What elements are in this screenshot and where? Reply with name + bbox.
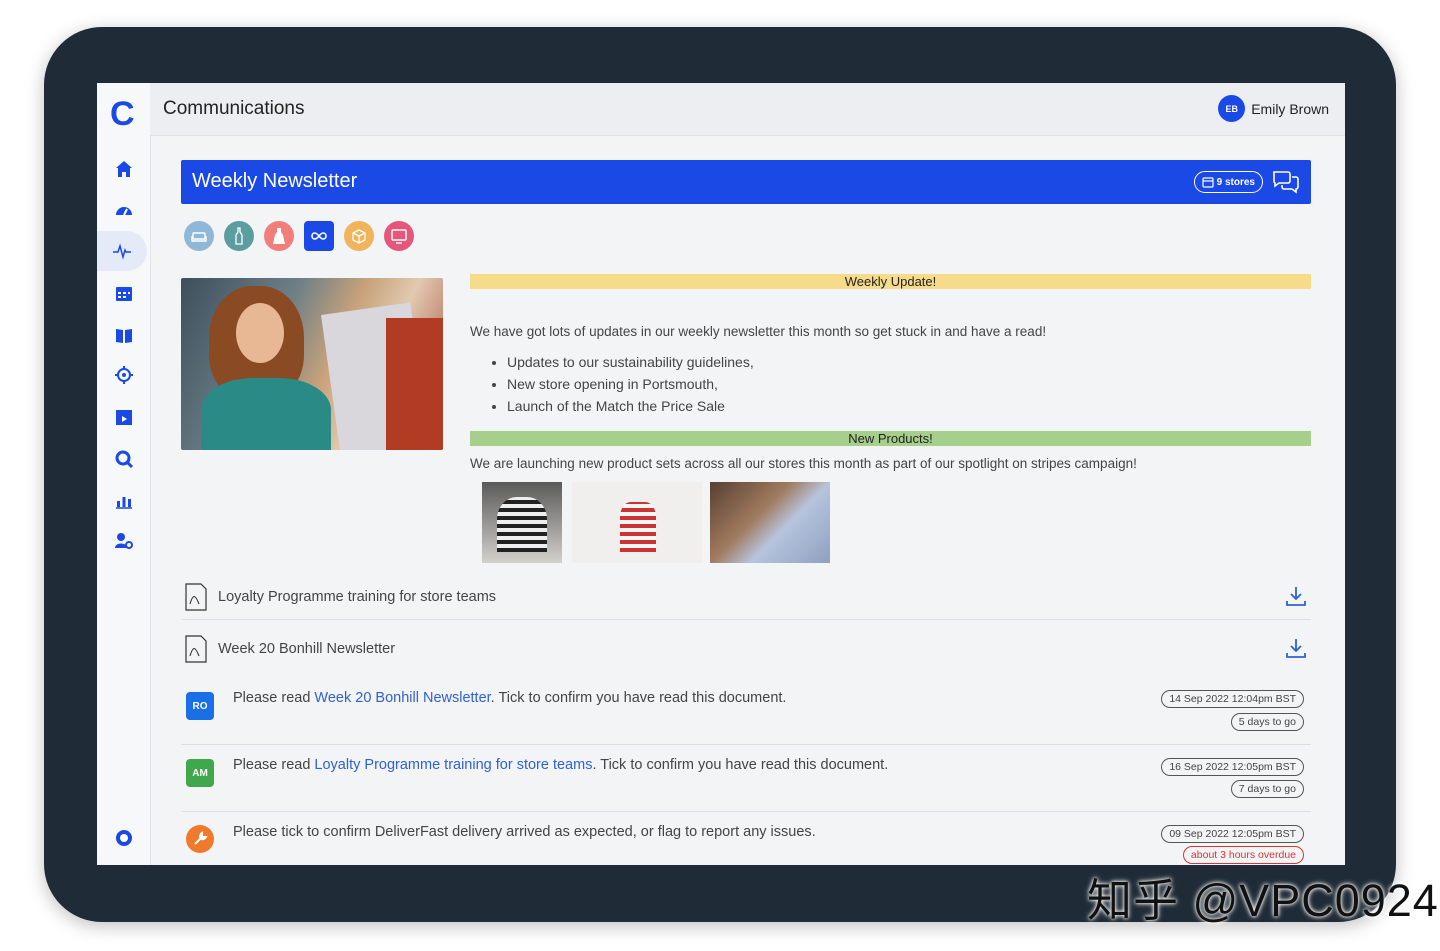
home-icon[interactable] (97, 149, 150, 189)
watermark: 知乎 @VPC0924 (1087, 875, 1439, 926)
user-menu[interactable]: EB Emily Brown (1218, 95, 1329, 122)
document-title[interactable]: Week 20 Bonhill Newsletter (218, 641, 395, 657)
new-products-heading: New Products! (470, 431, 1311, 446)
user-settings-icon[interactable] (97, 521, 150, 561)
wrench-icon (186, 825, 214, 853)
task-text: Please tick to confirm DeliverFast deliv… (233, 824, 816, 840)
avatar[interactable]: EB (1218, 95, 1246, 122)
newsletter-intro: We have got lots of updates in our weekl… (470, 324, 1047, 339)
newsletter-title: Weekly Newsletter (192, 170, 358, 192)
newsletter-hero-image (181, 278, 443, 450)
infinity-icon[interactable] (304, 221, 334, 251)
top-bar: Communications EB Emily Brown (150, 83, 1345, 136)
dashboard-gauge-icon[interactable] (97, 191, 150, 231)
product-image[interactable] (710, 482, 830, 563)
task-row[interactable]: RO Please read Week 20 Bonhill Newslette… (181, 682, 1311, 745)
clapperboard-icon[interactable] (97, 397, 150, 437)
list-item: Launch of the Match the Price Sale (507, 395, 754, 417)
download-icon[interactable] (1284, 636, 1308, 660)
stores-badge[interactable]: 9 stores (1193, 171, 1263, 193)
dress-icon[interactable] (264, 221, 294, 251)
product-image[interactable] (482, 482, 562, 563)
list-item: New store opening in Portsmouth, (507, 373, 754, 395)
box-icon[interactable] (344, 221, 374, 251)
book-icon[interactable] (97, 315, 150, 355)
pdf-file-icon (185, 635, 207, 663)
app-logo[interactable]: C (110, 95, 135, 134)
list-item: Updates to our sustainability guidelines… (507, 351, 754, 373)
calendar-icon[interactable] (97, 273, 150, 313)
update-list: Updates to our sustainability guidelines… (489, 351, 754, 417)
bar-chart-icon[interactable] (97, 480, 150, 520)
user-name[interactable]: Emily Brown (1251, 101, 1329, 117)
avatar: RO (186, 692, 214, 720)
document-row[interactable]: Week 20 Bonhill Newsletter (181, 627, 1311, 671)
app-screen: C Communications EB Emily Brown Weekly N… (97, 83, 1345, 865)
document-link[interactable]: Week 20 Bonhill Newsletter (314, 690, 490, 706)
stores-count: 9 stores (1216, 176, 1255, 188)
download-icon[interactable] (1284, 584, 1308, 608)
status-badge: about 3 hours overdue (1182, 846, 1304, 864)
status-badge: 7 days to go (1230, 780, 1304, 798)
due-date-badge: 16 Sep 2022 12:05pm BST (1161, 758, 1304, 776)
product-image[interactable] (572, 482, 702, 563)
comments-icon[interactable] (1271, 167, 1301, 197)
target-icon[interactable] (97, 355, 150, 395)
newsletter-banner: Weekly Newsletter 9 stores (181, 160, 1311, 204)
settings-search-icon[interactable] (97, 439, 150, 479)
category-icons (184, 221, 414, 251)
task-row[interactable]: Please tick to confirm DeliverFast deliv… (181, 815, 1311, 865)
document-row[interactable]: Loyalty Programme training for store tea… (181, 575, 1311, 620)
due-date-badge: 09 Sep 2022 12:05pm BST (1161, 825, 1304, 843)
bottle-icon[interactable] (224, 221, 254, 251)
store-icon (1202, 176, 1214, 188)
help-lifebuoy-icon[interactable] (97, 818, 150, 858)
task-text: Please read Loyalty Programme training f… (233, 757, 889, 773)
document-title[interactable]: Loyalty Programme training for store tea… (218, 589, 496, 605)
task-row[interactable]: AM Please read Loyalty Programme trainin… (181, 749, 1311, 812)
task-text: Please read Week 20 Bonhill Newsletter. … (233, 690, 787, 706)
sidebar: C (97, 83, 151, 865)
pdf-file-icon (185, 583, 207, 611)
sofa-icon[interactable] (184, 221, 214, 251)
monitor-icon[interactable] (384, 221, 414, 251)
status-badge: 5 days to go (1230, 713, 1304, 731)
document-link[interactable]: Loyalty Programme training for store tea… (314, 757, 592, 773)
weekly-update-heading: Weekly Update! (470, 274, 1311, 289)
avatar: AM (186, 759, 214, 787)
page-title: Communications (163, 98, 305, 119)
products-text: We are launching new product sets across… (470, 456, 1137, 471)
activity-pulse-icon[interactable] (97, 231, 147, 271)
due-date-badge: 14 Sep 2022 12:04pm BST (1161, 690, 1304, 708)
